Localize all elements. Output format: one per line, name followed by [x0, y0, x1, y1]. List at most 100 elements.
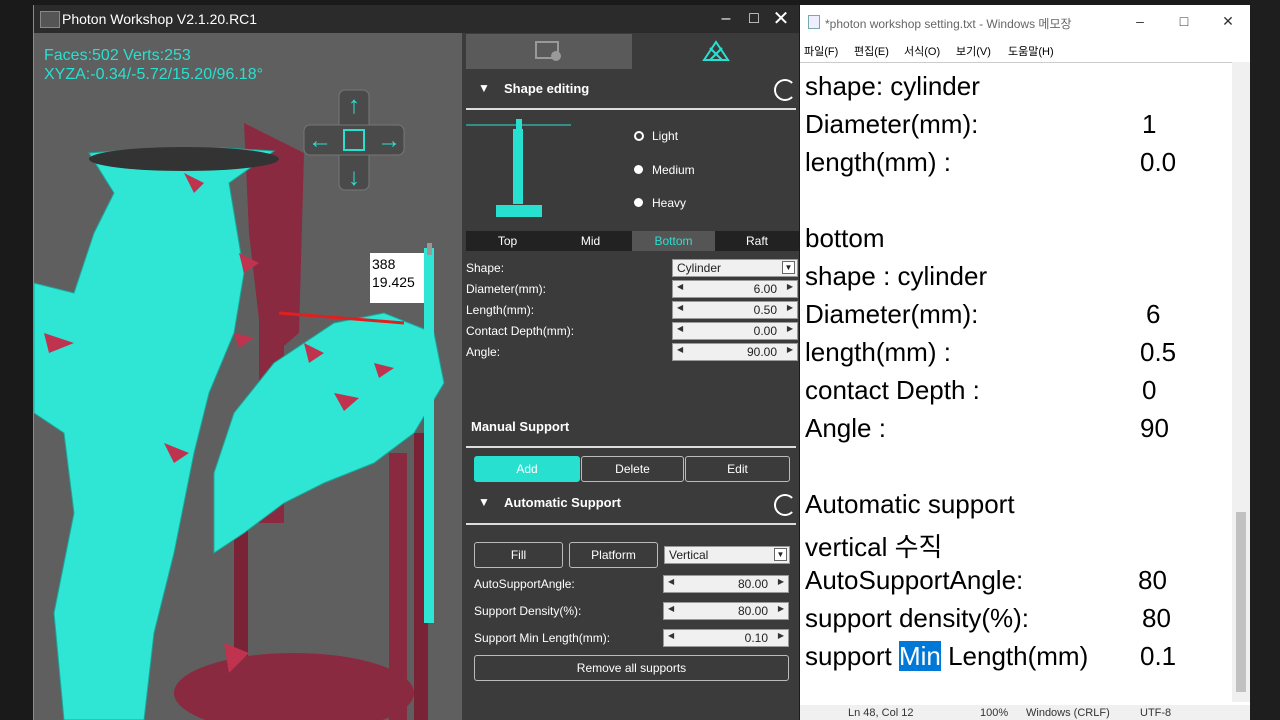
- scrollbar-thumb[interactable]: [1236, 512, 1246, 692]
- increment-icon[interactable]: ▶: [787, 345, 793, 354]
- text-value: 90: [1140, 413, 1169, 443]
- shape-value: Cylinder: [677, 261, 722, 275]
- selected-text: Min: [898, 641, 941, 671]
- text-line: shape: cylinder: [805, 71, 980, 101]
- radio-dot: [634, 131, 644, 141]
- delete-support-button[interactable]: Delete: [581, 456, 684, 482]
- segment-raft[interactable]: Raft: [715, 231, 799, 251]
- collapse-triangle-icon: ▼: [478, 495, 490, 509]
- increment-icon[interactable]: ▶: [787, 303, 793, 312]
- segment-bottom[interactable]: Bottom: [632, 231, 715, 251]
- vertical-scrollbar[interactable]: [1232, 62, 1250, 702]
- background-edge: [1250, 0, 1280, 720]
- cursor-position: Ln 48, Col 12: [848, 707, 914, 719]
- decrement-icon[interactable]: ◀: [677, 282, 683, 291]
- close-icon[interactable]: ✕: [771, 9, 791, 29]
- angle-value: 90.00: [746, 345, 777, 359]
- line-ending: Windows (CRLF): [1026, 707, 1110, 719]
- platform-button[interactable]: Platform: [569, 542, 658, 568]
- shape-select[interactable]: Cylinder ▼: [672, 259, 798, 277]
- increment-icon[interactable]: ▶: [787, 324, 793, 333]
- auto-support-angle-value: 80.00: [737, 577, 768, 591]
- support-min-length-spinner[interactable]: ◀ 0.10 ▶: [663, 629, 789, 647]
- refresh-icon[interactable]: [774, 494, 796, 516]
- raft-shape: [174, 653, 414, 720]
- length-label: Length(mm):: [466, 303, 535, 317]
- text-line: Diameter(mm):: [805, 299, 979, 329]
- edit-support-button[interactable]: Edit: [685, 456, 790, 482]
- notepad-menu-bar: 파일(F) 편집(E) 서식(O) 보기(V) 도움말(H): [800, 40, 1250, 60]
- view-navigator-icon: ↑ ↓ ← →: [303, 89, 405, 191]
- automatic-support-header[interactable]: ▼ Automatic Support: [462, 495, 799, 515]
- radio-label: Light: [652, 129, 679, 143]
- decrement-icon[interactable]: ◀: [668, 631, 674, 640]
- notepad-status-bar: Ln 48, Col 12 100% Windows (CRLF) UTF-8: [800, 705, 1250, 720]
- app-logo-icon: [40, 11, 60, 28]
- minimize-icon[interactable]: –: [1130, 13, 1150, 29]
- chevron-down-icon: ▼: [782, 261, 795, 274]
- printer-settings-icon: [535, 41, 561, 61]
- text-line: vertical 수직: [805, 532, 943, 562]
- tab-supports[interactable]: [632, 34, 799, 69]
- tab-print-settings[interactable]: [466, 34, 632, 69]
- tooltip-line: 388: [372, 256, 396, 272]
- menu-help[interactable]: 도움말(H): [1008, 43, 1054, 59]
- segment-mid[interactable]: Mid: [549, 231, 632, 251]
- auto-support-angle-spinner[interactable]: ◀ 80.00 ▶: [663, 575, 789, 593]
- support-mode-select[interactable]: Vertical ▼: [664, 546, 790, 564]
- decrement-icon[interactable]: ◀: [677, 345, 683, 354]
- support-density-spinner[interactable]: ◀ 80.00 ▶: [663, 602, 789, 620]
- text-value: 80: [1142, 603, 1171, 633]
- decrement-icon[interactable]: ◀: [668, 577, 674, 586]
- increment-icon[interactable]: ▶: [778, 577, 784, 586]
- increment-icon[interactable]: ▶: [778, 631, 784, 640]
- decrement-icon[interactable]: ◀: [677, 324, 683, 333]
- increment-icon[interactable]: ▶: [787, 282, 793, 291]
- model-opening: [89, 147, 279, 171]
- text-line: Automatic support: [805, 489, 1015, 519]
- menu-file[interactable]: 파일(F): [804, 43, 838, 59]
- manual-support-title: Manual Support: [471, 419, 570, 434]
- decrement-icon[interactable]: ◀: [668, 604, 674, 613]
- xyza-readout: XYZA:-0.34/-5.72/15.20/96.18°: [44, 66, 263, 83]
- divider: [466, 523, 796, 525]
- radio-dot: [634, 165, 643, 174]
- text-line: bottom: [805, 223, 885, 253]
- diameter-spinner[interactable]: ◀ 6.00 ▶: [672, 280, 798, 298]
- text-line: length(mm) :: [805, 337, 951, 367]
- tooltip-line: 19.425: [372, 274, 415, 290]
- fill-button[interactable]: Fill: [474, 542, 563, 568]
- radio-dot: [634, 198, 643, 207]
- maximize-icon[interactable]: □: [744, 9, 764, 29]
- contact-depth-spinner[interactable]: ◀ 0.00 ▶: [672, 322, 798, 340]
- menu-edit[interactable]: 편집(E): [854, 43, 889, 59]
- text-value: 6: [1146, 299, 1161, 329]
- refresh-icon[interactable]: [774, 79, 796, 101]
- length-spinner[interactable]: ◀ 0.50 ▶: [672, 301, 798, 319]
- text-line: length(mm) :: [805, 147, 951, 177]
- menu-view[interactable]: 보기(V): [956, 43, 991, 59]
- increment-icon[interactable]: ▶: [778, 604, 784, 613]
- text-line: AutoSupportAngle:: [805, 565, 1024, 595]
- notepad-text-area[interactable]: shape: cylinder Diameter(mm): 1 length(m…: [800, 62, 1232, 703]
- menu-format[interactable]: 서식(O): [904, 43, 940, 59]
- add-support-button[interactable]: Add: [474, 456, 580, 482]
- notepad-icon: [808, 15, 820, 29]
- maximize-icon[interactable]: □: [1174, 13, 1194, 29]
- close-icon[interactable]: ✕: [1218, 13, 1238, 30]
- model-wing: [213, 312, 445, 554]
- svg-text:←: ←: [308, 127, 332, 154]
- faces-verts-readout: Faces:502 Verts:253: [44, 47, 191, 64]
- text-line: Diameter(mm):: [805, 109, 979, 139]
- minimize-icon[interactable]: –: [716, 9, 736, 29]
- remove-all-supports-button[interactable]: Remove all supports: [474, 655, 789, 681]
- decrement-icon[interactable]: ◀: [677, 303, 683, 312]
- angle-spinner[interactable]: ◀ 90.00 ▶: [672, 343, 798, 361]
- shape-editing-header[interactable]: ▼ Shape editing: [462, 81, 799, 101]
- segment-top[interactable]: Top: [466, 231, 549, 251]
- 3d-viewport[interactable]: ↑ ↓ ← → Faces:502 Verts:253 XYZA:-0.34/-…: [34, 33, 462, 720]
- shape-editing-title: Shape editing: [504, 81, 590, 96]
- photon-window-title: Photon Workshop V2.1.20.RC1: [62, 11, 258, 27]
- radio-label: Medium: [652, 163, 695, 177]
- text-fragment: Length(mm): [940, 641, 1089, 671]
